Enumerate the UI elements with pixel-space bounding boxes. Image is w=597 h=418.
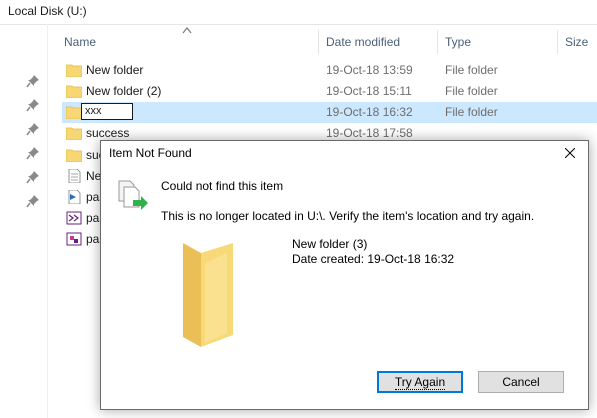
missing-item-date: Date created: 19-Oct-18 16:32: [292, 252, 455, 266]
dialog-title: Item Not Found: [109, 146, 192, 160]
column-size[interactable]: Size: [557, 30, 597, 54]
folder-icon: [66, 106, 82, 119]
try-again-button[interactable]: Try Again: [377, 371, 463, 393]
navigation-pane-divider: [47, 24, 48, 418]
dialog-title-bar[interactable]: Item Not Found: [101, 141, 588, 165]
missing-item-name: New folder (3): [292, 237, 368, 251]
file-row[interactable]: New folder (2) 19-Oct-18 15:11 File fold…: [62, 81, 597, 102]
text-file-icon: [68, 169, 81, 183]
dialog-detail-message: This is no longer located in U:\. Verify…: [161, 209, 535, 223]
folder-icon: [66, 149, 82, 162]
code-file-icon: [68, 190, 81, 204]
folder-icon: [66, 64, 82, 77]
pin-icon: [26, 99, 39, 112]
dialog-body: Could not find this item This is no long…: [101, 165, 588, 409]
file-date: 19-Oct-18 15:11: [326, 84, 412, 98]
window-title-bar: Local Disk (U:): [0, 0, 597, 25]
pin-icon: [26, 171, 39, 184]
file-name: New folder: [86, 63, 144, 77]
column-name[interactable]: Name: [56, 30, 318, 54]
try-again-label: Try Again: [394, 375, 446, 390]
rename-input[interactable]: xxx: [81, 103, 133, 120]
column-header-row: Name Date modified Type Size: [56, 27, 597, 54]
file-move-icon: [118, 180, 148, 210]
dialog-main-message: Could not find this item: [161, 179, 284, 193]
column-type[interactable]: Type: [437, 30, 555, 54]
column-date-modified[interactable]: Date modified: [318, 30, 438, 54]
package-file-icon: [66, 232, 82, 246]
file-type: File folder: [445, 105, 498, 119]
file-type: File folder: [445, 84, 498, 98]
file-date: 19-Oct-18 17:58: [326, 126, 413, 140]
file-name: success: [86, 126, 130, 140]
pin-icon: [26, 147, 39, 160]
close-button[interactable]: [552, 141, 588, 165]
cancel-button[interactable]: Cancel: [478, 371, 564, 393]
window-title: Local Disk (U:): [8, 4, 87, 18]
folder-icon: [183, 243, 233, 347]
folder-icon: [66, 85, 82, 98]
file-date: 19-Oct-18 13:59: [326, 63, 413, 77]
pin-icon: [26, 75, 39, 88]
file-row[interactable]: New folder 19-Oct-18 13:59 File folder: [62, 60, 597, 81]
file-row-selected[interactable]: xxx 19-Oct-18 16:32 File folder: [62, 102, 597, 123]
file-date: 19-Oct-18 16:32: [326, 105, 413, 119]
item-not-found-dialog: Item Not Found Could not find this item …: [100, 140, 589, 410]
folder-icon: [66, 127, 82, 140]
file-type: File folder: [445, 63, 498, 77]
file-explorer-window: Local Disk (U:) Name Date modified Type …: [0, 0, 597, 418]
pin-icon: [26, 123, 39, 136]
close-icon: [565, 148, 575, 158]
file-name: New folder (2): [86, 84, 162, 98]
project-file-icon: [66, 211, 82, 225]
pin-icon: [26, 195, 39, 208]
